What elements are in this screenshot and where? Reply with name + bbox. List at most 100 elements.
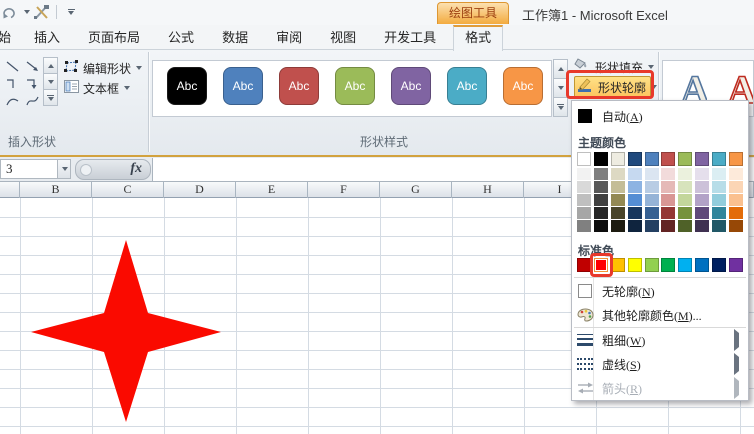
theme-tint-swatch[interactable]	[728, 220, 743, 232]
tab-格式[interactable]: 格式	[453, 25, 504, 51]
theme-tint-swatch[interactable]	[678, 194, 693, 206]
theme-tint-swatch[interactable]	[610, 207, 625, 219]
theme-tint-swatch[interactable]	[678, 220, 693, 232]
tab-插入[interactable]: 插入	[23, 25, 71, 50]
theme-tint-swatch[interactable]	[661, 194, 676, 206]
shape-fill-button[interactable]: 形状填充	[572, 57, 656, 76]
theme-tint-swatch[interactable]	[712, 181, 726, 193]
theme-color-swatch[interactable]	[610, 152, 625, 166]
menu-item-weight[interactable]: 粗细(W)	[573, 328, 747, 352]
standard-color-swatch[interactable]	[678, 258, 693, 272]
shape-style-tile[interactable]: Abc	[279, 67, 319, 105]
theme-tint-swatch[interactable]	[627, 220, 642, 232]
theme-tint-swatch[interactable]	[695, 220, 710, 232]
theme-tint-swatch[interactable]	[661, 207, 676, 219]
tab-页面布局[interactable]: 页面布局	[77, 25, 151, 50]
theme-color-swatch[interactable]	[678, 152, 693, 166]
theme-tint-swatch[interactable]	[728, 181, 743, 193]
column-header-C[interactable]: C	[92, 182, 164, 198]
column-header-B[interactable]: B	[20, 182, 92, 198]
theme-tint-swatch[interactable]	[627, 207, 642, 219]
theme-tint-swatch[interactable]	[610, 181, 625, 193]
tab-视图[interactable]: 视图	[319, 25, 367, 50]
theme-color-swatch[interactable]	[728, 152, 743, 166]
freeform-curve-icon[interactable]	[22, 92, 42, 109]
standard-color-swatch[interactable]	[695, 258, 710, 272]
edit-shape-button[interactable]: 编辑形状	[62, 59, 144, 77]
redo-icon[interactable]	[2, 4, 20, 20]
theme-tint-swatch[interactable]	[695, 181, 710, 193]
customize-quick-access-icon[interactable]	[62, 4, 80, 20]
scroll-down-icon[interactable]	[43, 73, 58, 90]
shape-outline-button[interactable]: 形状轮廓	[574, 76, 658, 98]
theme-tint-swatch[interactable]	[610, 168, 625, 180]
theme-tint-swatch[interactable]	[577, 181, 591, 193]
insert-function-icon[interactable]: fx	[130, 161, 142, 177]
column-header-sliver[interactable]	[0, 182, 20, 198]
theme-tint-swatch[interactable]	[678, 181, 693, 193]
theme-color-swatch[interactable]	[712, 152, 726, 166]
menu-item-automatic[interactable]: 自动(A)	[573, 104, 747, 128]
theme-tint-swatch[interactable]	[644, 181, 659, 193]
scroll-down-icon[interactable]	[553, 78, 568, 98]
theme-color-swatch[interactable]	[627, 152, 642, 166]
menu-item-dashes[interactable]: 虚线(S)	[573, 352, 747, 376]
theme-color-swatch[interactable]	[577, 152, 591, 166]
theme-tint-swatch[interactable]	[593, 181, 608, 193]
standard-color-swatch[interactable]	[577, 258, 591, 272]
standard-color-swatch[interactable]	[728, 258, 743, 272]
theme-tint-swatch[interactable]	[712, 220, 726, 232]
standard-color-swatch[interactable]	[712, 258, 726, 272]
theme-tint-swatch[interactable]	[661, 220, 676, 232]
theme-tint-swatch[interactable]	[610, 220, 625, 232]
tab-开发工具[interactable]: 开发工具	[373, 25, 447, 50]
theme-tint-swatch[interactable]	[593, 220, 608, 232]
theme-tint-swatch[interactable]	[627, 168, 642, 180]
gallery-more-icon[interactable]	[553, 97, 568, 117]
tab-数据[interactable]: 数据	[211, 25, 259, 50]
elbow-connector-icon[interactable]	[2, 75, 22, 92]
column-header-F[interactable]: F	[308, 182, 380, 198]
theme-tint-swatch[interactable]	[678, 207, 693, 219]
tab-始[interactable]: 始	[0, 25, 17, 50]
tab-审阅[interactable]: 审阅	[265, 25, 313, 50]
theme-tint-swatch[interactable]	[577, 220, 591, 232]
scroll-up-icon[interactable]	[553, 59, 568, 79]
menu-item-more-outline-colors[interactable]: 其他轮廓颜色(M)...	[573, 303, 747, 327]
standard-color-swatch[interactable]	[627, 258, 642, 272]
arrow-shape-icon[interactable]	[22, 58, 42, 75]
theme-tint-swatch[interactable]	[695, 168, 710, 180]
theme-tint-swatch[interactable]	[712, 207, 726, 219]
theme-tint-swatch[interactable]	[593, 168, 608, 180]
theme-tint-swatch[interactable]	[712, 194, 726, 206]
star-shape[interactable]	[28, 238, 224, 424]
theme-color-swatch[interactable]	[644, 152, 659, 166]
theme-tint-swatch[interactable]	[661, 168, 676, 180]
tools-icon[interactable]	[33, 4, 51, 20]
theme-tint-swatch[interactable]	[577, 207, 591, 219]
redo-dropdown-icon[interactable]	[24, 10, 30, 14]
gallery-more-icon[interactable]	[43, 89, 58, 106]
theme-tint-swatch[interactable]	[728, 194, 743, 206]
elbow-arrow-connector-icon[interactable]	[22, 75, 42, 92]
tab-公式[interactable]: 公式	[157, 25, 205, 50]
theme-color-swatch[interactable]	[695, 152, 710, 166]
column-header-D[interactable]: D	[164, 182, 236, 198]
menu-item-no-outline[interactable]: 无轮廓(N)	[573, 279, 747, 303]
theme-tint-swatch[interactable]	[695, 194, 710, 206]
theme-tint-swatch[interactable]	[728, 168, 743, 180]
theme-tint-swatch[interactable]	[644, 168, 659, 180]
theme-tint-swatch[interactable]	[644, 194, 659, 206]
shape-style-tile[interactable]: Abc	[223, 67, 263, 105]
theme-color-swatch[interactable]	[593, 152, 608, 166]
theme-tint-swatch[interactable]	[661, 181, 676, 193]
theme-tint-swatch[interactable]	[678, 168, 693, 180]
curve-shape-icon[interactable]	[2, 92, 22, 109]
shape-style-tile[interactable]: Abc	[503, 67, 543, 105]
theme-tint-swatch[interactable]	[627, 181, 642, 193]
theme-tint-swatch[interactable]	[712, 168, 726, 180]
theme-tint-swatch[interactable]	[577, 168, 591, 180]
shape-style-tile[interactable]: Abc	[335, 67, 375, 105]
theme-tint-swatch[interactable]	[593, 194, 608, 206]
standard-color-swatch[interactable]	[593, 258, 608, 272]
